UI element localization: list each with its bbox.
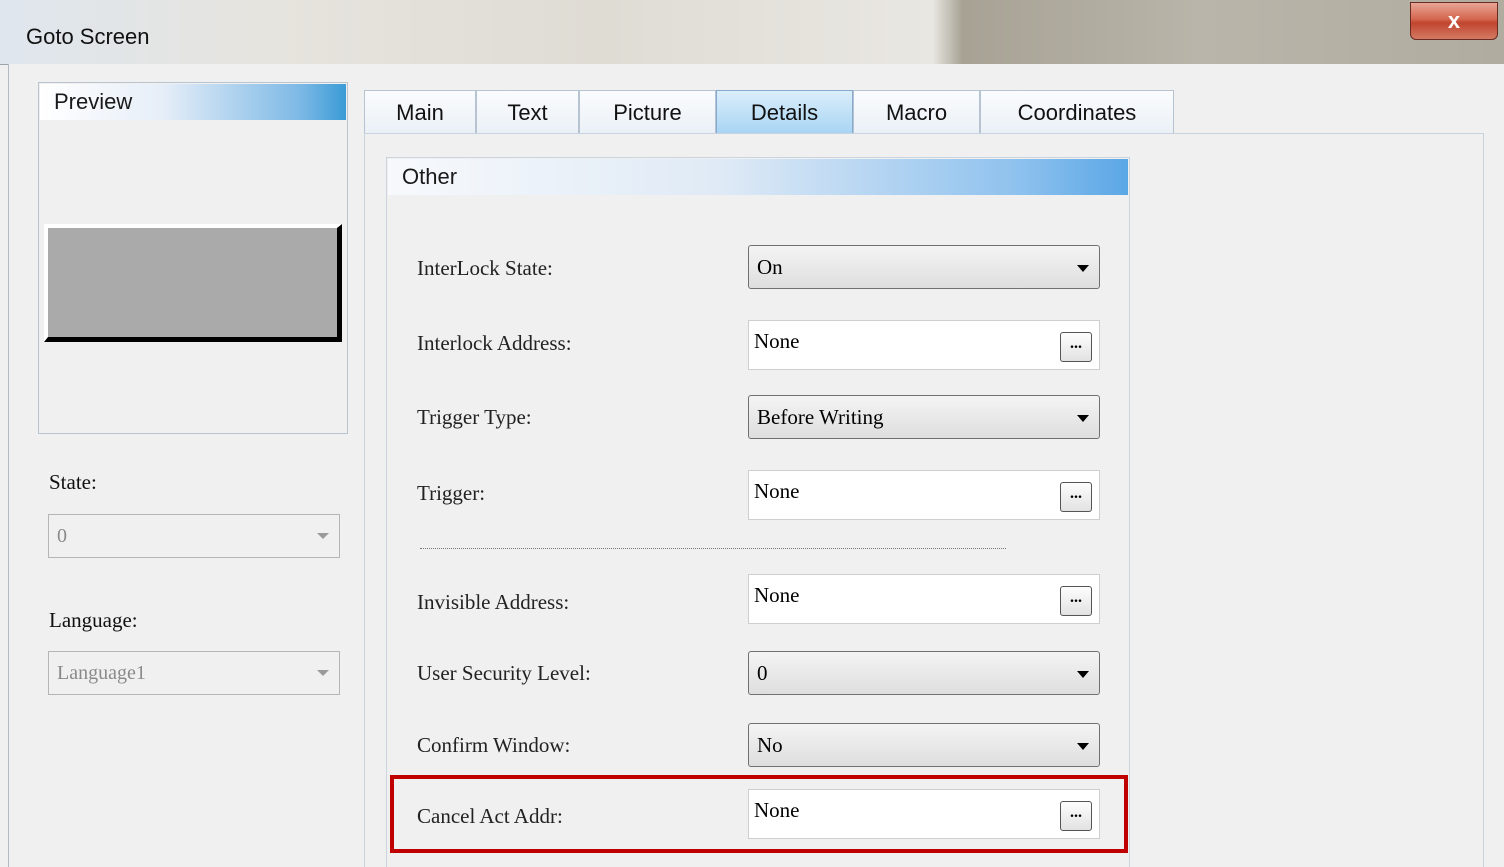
tab-label: Picture [613, 99, 682, 125]
tab-text[interactable]: Text [476, 90, 579, 134]
user-security-level-select[interactable]: 0 [748, 651, 1100, 695]
invisible-address-label: Invisible Address: [417, 590, 570, 614]
confirm-window-value: No [757, 733, 783, 757]
tab-details[interactable]: Details [716, 90, 853, 134]
chevron-down-icon [317, 670, 329, 676]
chevron-down-icon [1077, 743, 1089, 750]
tab-label: Macro [885, 99, 948, 125]
tab-label: Main [396, 99, 444, 125]
invisible-address-field[interactable]: None ... [748, 574, 1100, 624]
chevron-down-icon [1077, 671, 1089, 678]
trigger-type-value: Before Writing [757, 405, 884, 429]
tab-macro[interactable]: Macro [853, 90, 980, 134]
invisible-address-value: None [754, 583, 800, 607]
trigger-value: None [754, 479, 800, 503]
state-value: 0 [57, 525, 67, 547]
language-select: Language1 [48, 651, 340, 695]
trigger-label: Trigger: [417, 481, 486, 505]
preview-title: Preview [54, 89, 133, 114]
tab-picture[interactable]: Picture [579, 90, 716, 134]
interlock-state-value: On [757, 255, 783, 279]
invisible-address-browse-button[interactable]: ... [1060, 586, 1092, 616]
interlock-state-label: InterLock State: [417, 256, 553, 280]
chevron-down-icon [1077, 415, 1089, 422]
tab-label: Text [507, 99, 548, 125]
state-select: 0 [48, 514, 340, 558]
interlock-address-label: Interlock Address: [417, 331, 572, 355]
user-security-level-label: User Security Level: [417, 661, 591, 685]
chevron-down-icon [317, 533, 329, 539]
state-label: State: [49, 470, 97, 494]
user-security-level-value: 0 [757, 661, 768, 685]
interlock-address-field[interactable]: None ... [748, 320, 1100, 370]
window-title: Goto Screen [26, 24, 150, 49]
preview-button-sample [44, 224, 342, 342]
other-title: Other [402, 164, 458, 189]
tab-label: Coordinates [1017, 99, 1137, 125]
interlock-address-value: None [754, 329, 800, 353]
language-value: Language1 [57, 662, 146, 684]
close-icon: x [1447, 8, 1461, 33]
confirm-window-label: Confirm Window: [417, 733, 571, 757]
trigger-type-select[interactable]: Before Writing [748, 395, 1100, 439]
divider [420, 548, 1006, 549]
tab-main[interactable]: Main [364, 90, 476, 134]
language-label: Language: [49, 608, 138, 632]
chevron-down-icon [1077, 265, 1089, 272]
tab-label: Details [750, 99, 819, 125]
highlight-box [390, 775, 1128, 853]
tab-coordinates[interactable]: Coordinates [980, 90, 1174, 134]
interlock-address-browse-button[interactable]: ... [1060, 332, 1092, 362]
close-button[interactable]: x [1410, 2, 1498, 40]
trigger-field[interactable]: None ... [748, 470, 1100, 520]
title-bar[interactable] [0, 0, 1504, 65]
trigger-browse-button[interactable]: ... [1060, 482, 1092, 512]
interlock-state-select[interactable]: On [748, 245, 1100, 289]
other-header [388, 159, 1128, 195]
confirm-window-select[interactable]: No [748, 723, 1100, 767]
trigger-type-label: Trigger Type: [417, 405, 532, 429]
